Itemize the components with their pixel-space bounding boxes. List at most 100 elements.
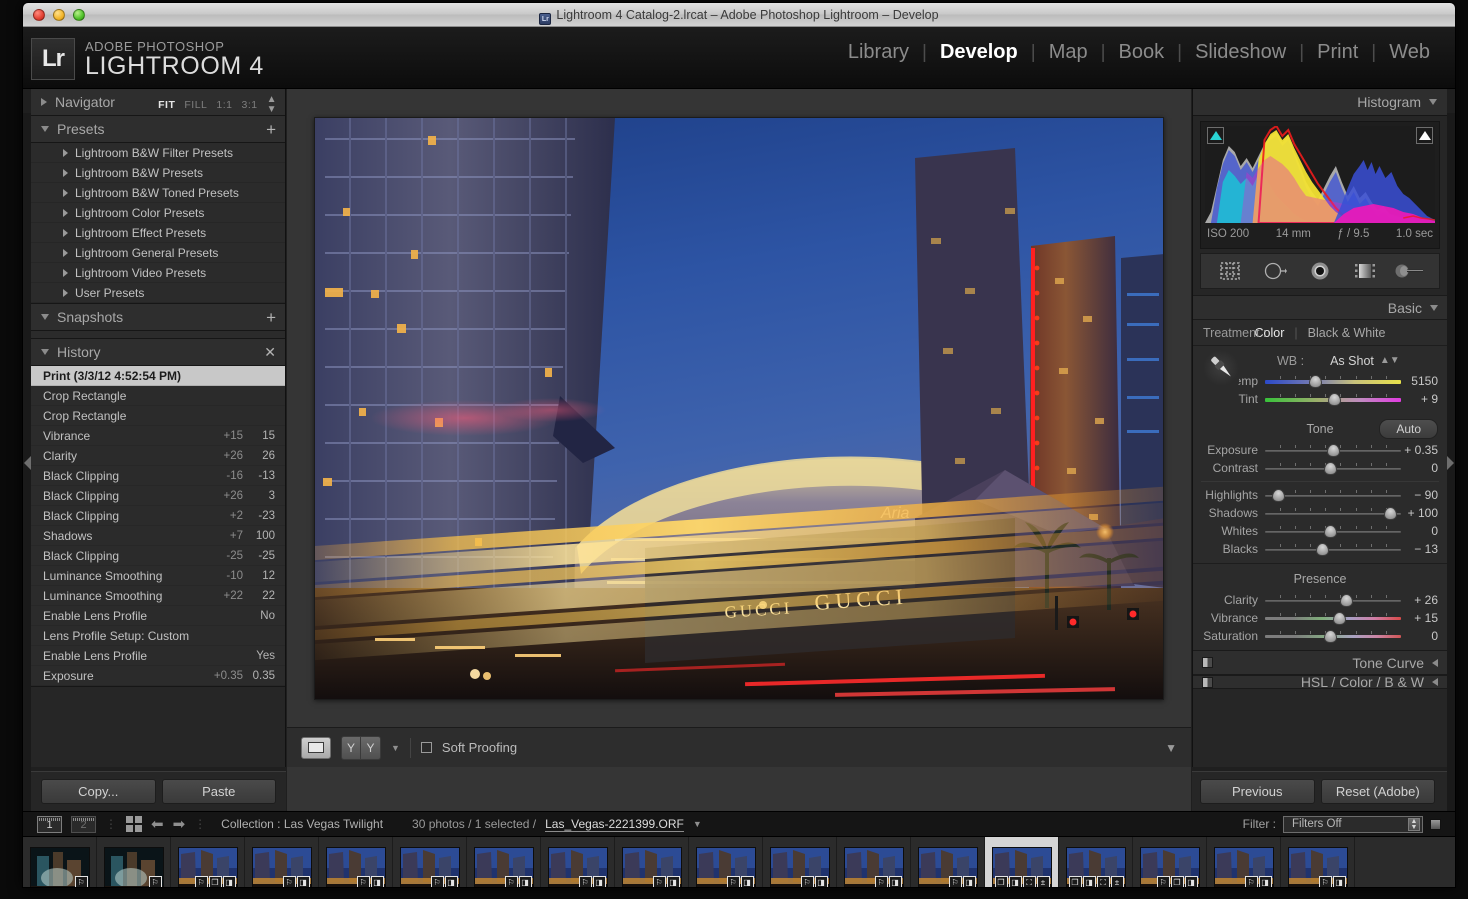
filmstrip-thumbnail[interactable]: ⚐◨: [467, 837, 541, 888]
zoom-fit[interactable]: FIT: [158, 99, 175, 111]
thumb-badge-flag-icon[interactable]: ⚐: [653, 876, 666, 888]
current-filename[interactable]: Las_Vegas-2221399.ORF: [545, 817, 684, 832]
navigator-header[interactable]: Navigator FIT FILL 1:1 3:1 ▲▼: [31, 89, 285, 116]
snapshots-header[interactable]: Snapshots +: [31, 304, 285, 331]
thumb-badge-crop-icon[interactable]: ⛶: [1097, 876, 1110, 888]
slider-track[interactable]: [1265, 463, 1401, 474]
filmstrip-thumbnail[interactable]: ⚐◨: [245, 837, 319, 888]
toolbar-options-chevron-down-icon[interactable]: ▼: [1165, 741, 1177, 755]
thumbnail-image[interactable]: ⚐◨: [400, 847, 460, 888]
filmstrip-thumbnail[interactable]: ⚐❐◨: [171, 837, 245, 888]
chevron-down-icon[interactable]: [1429, 99, 1437, 105]
grid-view-icon[interactable]: [126, 816, 142, 832]
filmstrip-thumbnail[interactable]: ⚐◨: [689, 837, 763, 888]
zoom-fill[interactable]: FILL: [184, 99, 207, 111]
show-left-panel-handle[interactable]: [24, 456, 31, 470]
module-web[interactable]: Web: [1376, 41, 1443, 64]
thumb-badge-adjust-icon[interactable]: ±: [1037, 876, 1050, 888]
zoom-1-1[interactable]: 1:1: [216, 99, 232, 111]
thumb-badge-flag-icon[interactable]: ⚐: [875, 876, 888, 888]
thumbnail-image[interactable]: ❐◨⛶±: [1066, 847, 1126, 888]
filmstrip-thumbnail[interactable]: ⚐◨★ ★ ★: [1281, 837, 1355, 888]
loupe-view-icon[interactable]: [301, 737, 331, 759]
thumbnail-image[interactable]: ⚐◨: [548, 847, 608, 888]
slider-value[interactable]: + 100: [1401, 506, 1447, 520]
history-item[interactable]: Print (3/3/12 4:52:54 PM): [31, 366, 285, 386]
thumb-badge-flag-icon[interactable]: ⚐: [801, 876, 814, 888]
preset-group-bw-toned[interactable]: Lightroom B&W Toned Presets: [31, 183, 285, 203]
thumb-badge-tag-icon[interactable]: ◨: [445, 876, 458, 888]
slider-track[interactable]: [1265, 613, 1401, 624]
thumb-badge-stack-icon[interactable]: ❐: [995, 876, 1008, 888]
thumb-badge-flag-icon[interactable]: ⚐: [75, 876, 88, 888]
thumb-badge-tag-icon[interactable]: ◨: [371, 876, 384, 888]
thumb-badge-tag-icon[interactable]: ◨: [297, 876, 310, 888]
navigator-zoom-levels[interactable]: FIT FILL 1:1 3:1 ▲▼: [158, 95, 277, 115]
history-item[interactable]: Shadows+7100: [31, 526, 285, 546]
module-picker[interactable]: Library | Develop | Map | Book | Slidesh…: [835, 41, 1443, 64]
filmstrip-thumbnail[interactable]: ⚐◨: [763, 837, 837, 888]
module-book[interactable]: Book: [1106, 41, 1178, 64]
chevron-down-icon[interactable]: ▼: [391, 743, 400, 753]
slider-track[interactable]: [1265, 595, 1401, 606]
slider-contrast[interactable]: Contrast0: [1193, 459, 1447, 477]
thumb-badge-flag-icon[interactable]: ⚐: [1157, 876, 1170, 888]
preset-group-bw-filter[interactable]: Lightroom B&W Filter Presets: [31, 143, 285, 163]
slider-knob[interactable]: [1316, 543, 1329, 556]
history-item[interactable]: Crop Rectangle: [31, 406, 285, 426]
preset-group-bw[interactable]: Lightroom B&W Presets: [31, 163, 285, 183]
history-item[interactable]: Luminance Smoothing-1012: [31, 566, 285, 586]
graduated-filter-icon[interactable]: [1350, 259, 1380, 283]
thumb-badge-flag-icon[interactable]: ⚐: [1319, 876, 1332, 888]
thumb-badge-flag-icon[interactable]: ⚐: [727, 876, 740, 888]
filmstrip-thumbnail[interactable]: ⚐◨: [319, 837, 393, 888]
thumb-badge-tag-icon[interactable]: ◨: [519, 876, 532, 888]
module-slideshow[interactable]: Slideshow: [1182, 41, 1299, 64]
highlight-clipping-warning-icon[interactable]: [1416, 127, 1433, 144]
module-library[interactable]: Library: [835, 41, 922, 64]
thumb-badge-tag-icon[interactable]: ◨: [815, 876, 828, 888]
thumb-badge-tag-icon[interactable]: ◨: [1009, 876, 1022, 888]
filmstrip-thumbnail[interactable]: ⚐◨: [615, 837, 689, 888]
history-item[interactable]: Enable Lens ProfileNo: [31, 606, 285, 626]
main-screen-button[interactable]: 1: [37, 816, 62, 833]
chevron-right-icon[interactable]: [63, 289, 68, 297]
history-item[interactable]: Black Clipping-25-25: [31, 546, 285, 566]
thumb-badge-flag-icon[interactable]: ⚐: [505, 876, 518, 888]
thumbnail-image[interactable]: ❐◨⛶±: [992, 847, 1052, 888]
arrow-right-icon[interactable]: ➡: [173, 815, 186, 833]
thumb-badge-flag-icon[interactable]: ⚐: [1245, 876, 1258, 888]
history-item[interactable]: Luminance Smoothing+2222: [31, 586, 285, 606]
chevron-down-icon[interactable]: [41, 349, 49, 355]
chevron-right-icon[interactable]: [63, 149, 68, 157]
slider-value[interactable]: + 15: [1401, 611, 1447, 625]
adjustment-brush-icon[interactable]: [1395, 259, 1425, 283]
thumb-badge-tag-icon[interactable]: ◨: [963, 876, 976, 888]
slider-knob[interactable]: [1340, 594, 1353, 607]
tone-curve-header[interactable]: Tone Curve: [1193, 650, 1447, 675]
slider-track[interactable]: [1265, 445, 1401, 456]
history-item[interactable]: Black Clipping+2-23: [31, 506, 285, 526]
module-print[interactable]: Print: [1304, 41, 1371, 64]
thumb-badge-stack-icon[interactable]: ❐: [209, 876, 222, 888]
slider-value[interactable]: 0: [1401, 524, 1447, 538]
slider-knob[interactable]: [1384, 507, 1397, 520]
filename-chevron-down-icon[interactable]: ▼: [693, 819, 702, 829]
thumbnail-image[interactable]: ⚐◨: [474, 847, 534, 888]
preset-group-video[interactable]: Lightroom Video Presets: [31, 263, 285, 283]
filmstrip-thumbnail[interactable]: ❐◨⛶±: [1059, 837, 1133, 888]
thumbnail-image[interactable]: ⚐❐◨: [1140, 847, 1200, 888]
copy-settings-button[interactable]: Copy...: [41, 779, 156, 804]
clear-history-close-icon[interactable]: ✕: [264, 344, 276, 361]
thumbnail-image[interactable]: ⚐: [30, 847, 90, 888]
thumbnail-image[interactable]: ⚐◨: [844, 847, 904, 888]
thumbnail-image[interactable]: ⚐◨: [622, 847, 682, 888]
tone-curve-panel-switch-icon[interactable]: [1202, 657, 1213, 668]
white-balance-eyedropper-icon[interactable]: [1203, 350, 1239, 386]
thumbnail-image[interactable]: ⚐◨: [918, 847, 978, 888]
thumb-badge-tag-icon[interactable]: ◨: [1333, 876, 1346, 888]
slider-knob[interactable]: [1327, 444, 1340, 457]
red-eye-correction-icon[interactable]: [1305, 259, 1335, 283]
filmstrip-thumbnail[interactable]: ⚐❐◨: [1133, 837, 1207, 888]
filmstrip-thumbnail[interactable]: ⚐◨: [837, 837, 911, 888]
